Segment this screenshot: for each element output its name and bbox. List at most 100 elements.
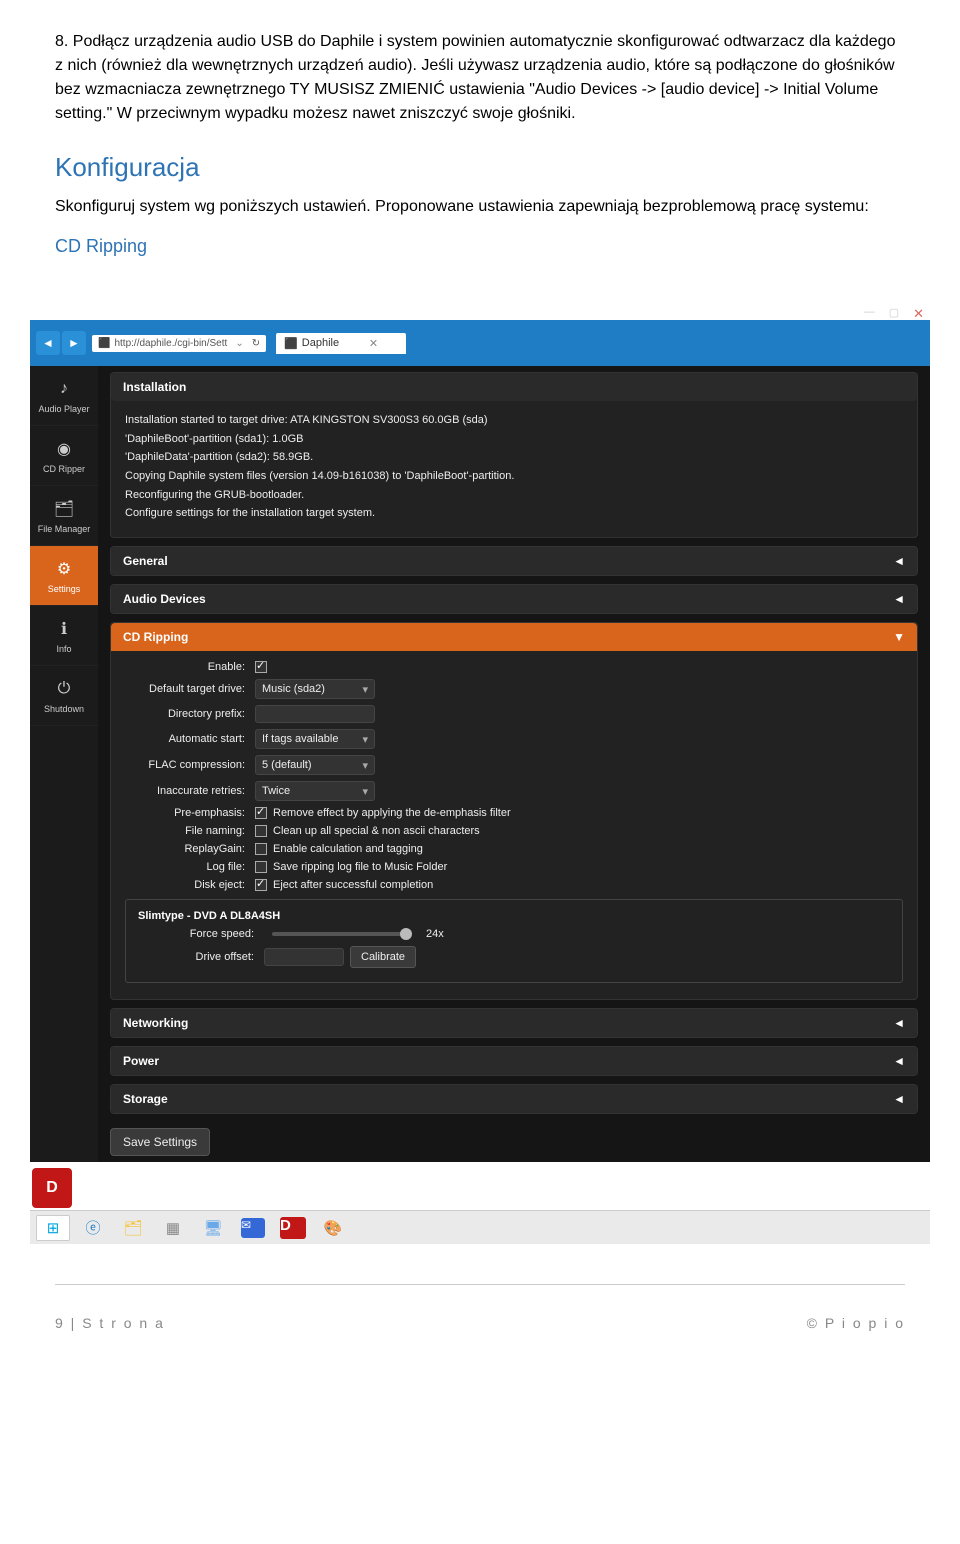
- forcespeed-slider[interactable]: [272, 932, 412, 936]
- collapse-left-icon: ◄: [893, 592, 905, 606]
- install-line: Configure settings for the installation …: [125, 504, 903, 523]
- row-filenaming: File naming: Clean up all special & non …: [125, 825, 903, 837]
- hifi-logo-letter: D: [46, 1179, 58, 1197]
- panel-power[interactable]: Power ◄: [110, 1046, 918, 1076]
- filenaming-checkbox[interactable]: [255, 825, 267, 837]
- installation-log: Installation started to target drive: AT…: [111, 401, 917, 537]
- calibrate-button[interactable]: Calibrate: [350, 946, 416, 968]
- filenaming-text: Clean up all special & non ascii charact…: [273, 825, 480, 837]
- sidebar-item-shutdown[interactable]: ⏻ Shutdown: [30, 666, 98, 726]
- panel-general[interactable]: General ◄: [110, 546, 918, 576]
- row-diskeject: Disk eject: Eject after successful compl…: [125, 879, 903, 891]
- tab-close-icon[interactable]: ✕: [369, 337, 378, 350]
- sidebar-item-info[interactable]: ℹ Info: [30, 606, 98, 666]
- refresh-icon[interactable]: ↻: [252, 338, 260, 349]
- minimize-icon[interactable]: —: [864, 306, 875, 322]
- close-icon[interactable]: ✕: [913, 306, 924, 322]
- music-note-icon: ♪: [50, 377, 78, 401]
- retries-label: Inaccurate retries:: [125, 785, 255, 797]
- sidebar-label: Info: [56, 644, 71, 654]
- prefix-input[interactable]: [255, 705, 375, 723]
- enable-checkbox[interactable]: [255, 661, 267, 673]
- back-button[interactable]: ◄: [36, 331, 60, 355]
- replaygain-label: ReplayGain:: [125, 843, 255, 855]
- diskeject-checkbox[interactable]: [255, 879, 267, 891]
- footer-left: 9 | S t r o n a: [55, 1315, 165, 1331]
- cdripping-body: Enable: Default target drive: Music (sda…: [111, 651, 917, 999]
- panel-head-cdripping[interactable]: CD Ripping ▼: [111, 623, 917, 651]
- row-preemphasis: Pre-emphasis: Remove effect by applying …: [125, 807, 903, 819]
- panel-cd-ripping: CD Ripping ▼ Enable: Default target driv…: [110, 622, 918, 1000]
- doc-paragraph-2: Skonfiguruj system wg poniższych ustawie…: [55, 195, 905, 219]
- collapse-left-icon: ◄: [893, 554, 905, 568]
- autostart-select[interactable]: If tags available: [255, 729, 375, 749]
- flac-select[interactable]: 5 (default): [255, 755, 375, 775]
- panel-head-installation[interactable]: Installation: [111, 373, 917, 401]
- panel-title: Power: [123, 1054, 159, 1068]
- browser-tab[interactable]: ⬛ Daphile ✕: [276, 333, 406, 354]
- heading-cdripping: CD Ripping: [55, 233, 905, 260]
- slider-knob[interactable]: [400, 928, 412, 940]
- sidebar-label: Audio Player: [38, 404, 89, 414]
- collapse-left-icon: ◄: [893, 1054, 905, 1068]
- gear-icon: ⚙: [50, 557, 78, 581]
- doc-paragraph-1: 8. Podłącz urządzenia audio USB do Daphi…: [55, 30, 905, 126]
- app: ♪ Audio Player ◉ CD Ripper 🗂 File Manage…: [30, 366, 930, 1162]
- panel-title: CD Ripping: [123, 630, 188, 644]
- panel-title: Storage: [123, 1092, 168, 1106]
- row-logfile: Log file: Save ripping log file to Music…: [125, 861, 903, 873]
- start-button[interactable]: ⊞: [36, 1215, 70, 1241]
- paint-icon[interactable]: 🎨: [316, 1215, 350, 1241]
- row-drive-offset: Drive offset: Calibrate: [134, 946, 894, 968]
- row-force-speed: Force speed: 24x: [134, 928, 894, 940]
- row-replaygain: ReplayGain: Enable calculation and taggi…: [125, 843, 903, 855]
- collapse-left-icon: ◄: [893, 1092, 905, 1106]
- disc-icon: ◉: [50, 437, 78, 461]
- explorer-icon[interactable]: 🗂: [116, 1215, 150, 1241]
- autostart-label: Automatic start:: [125, 733, 255, 745]
- row-enable: Enable:: [125, 661, 903, 673]
- row-retries: Inaccurate retries: Twice: [125, 781, 903, 801]
- retries-select[interactable]: Twice: [255, 781, 375, 801]
- forcespeed-label: Force speed:: [134, 928, 264, 940]
- expand-down-icon: ▼: [893, 630, 905, 644]
- target-select[interactable]: Music (sda2): [255, 679, 375, 699]
- address-bar[interactable]: ⬛ http://daphile./cgi-bin/Sett ⌄ ↻: [92, 335, 266, 352]
- footer-right: © P i o p i o: [807, 1315, 905, 1331]
- daphile-taskbar-icon[interactable]: D: [276, 1215, 310, 1241]
- install-line: Installation started to target drive: AT…: [125, 411, 903, 430]
- panel-title: Installation: [123, 380, 186, 394]
- sidebar-item-cd-ripper[interactable]: ◉ CD Ripper: [30, 426, 98, 486]
- preemphasis-checkbox[interactable]: [255, 807, 267, 819]
- window-controls: — ▢ ✕: [864, 306, 924, 322]
- panel-audio-devices[interactable]: Audio Devices ◄: [110, 584, 918, 614]
- search-split: ⌄: [231, 338, 247, 349]
- info-icon: ℹ: [50, 617, 78, 641]
- sidebar-item-file-manager[interactable]: 🗂 File Manager: [30, 486, 98, 546]
- replaygain-checkbox[interactable]: [255, 843, 267, 855]
- diskeject-text: Eject after successful completion: [273, 879, 433, 891]
- logfile-checkbox[interactable]: [255, 861, 267, 873]
- install-line: Copying Daphile system files (version 14…: [125, 467, 903, 486]
- preemphasis-text: Remove effect by applying the de-emphasi…: [273, 807, 511, 819]
- page-footer: 9 | S t r o n a © P i o p i o: [0, 1285, 960, 1351]
- forward-button[interactable]: ►: [62, 331, 86, 355]
- sidebar-label: Shutdown: [44, 704, 84, 714]
- sidebar-item-audio-player[interactable]: ♪ Audio Player: [30, 366, 98, 426]
- sidebar-item-settings[interactable]: ⚙ Settings: [30, 546, 98, 606]
- app-icon[interactable]: ▦: [156, 1215, 190, 1241]
- maximize-icon[interactable]: ▢: [889, 306, 899, 322]
- screenshot: — ▢ ✕ ◄ ► ⬛ http://daphile./cgi-bin/Sett…: [30, 300, 930, 1162]
- panel-storage[interactable]: Storage ◄: [110, 1084, 918, 1114]
- ie-icon[interactable]: ⓔ: [76, 1215, 110, 1241]
- save-settings-button[interactable]: Save Settings: [110, 1128, 210, 1156]
- mail-icon[interactable]: ✉: [236, 1215, 270, 1241]
- app-icon-2[interactable]: 🖥: [196, 1215, 230, 1241]
- prefix-label: Directory prefix:: [125, 708, 255, 720]
- install-line: 'DaphileData'-partition (sda2): 58.9GB.: [125, 448, 903, 467]
- logfile-label: Log file:: [125, 861, 255, 873]
- driveoffset-input[interactable]: [264, 948, 344, 966]
- panel-networking[interactable]: Networking ◄: [110, 1008, 918, 1038]
- row-autostart: Automatic start: If tags available: [125, 729, 903, 749]
- replaygain-text: Enable calculation and tagging: [273, 843, 423, 855]
